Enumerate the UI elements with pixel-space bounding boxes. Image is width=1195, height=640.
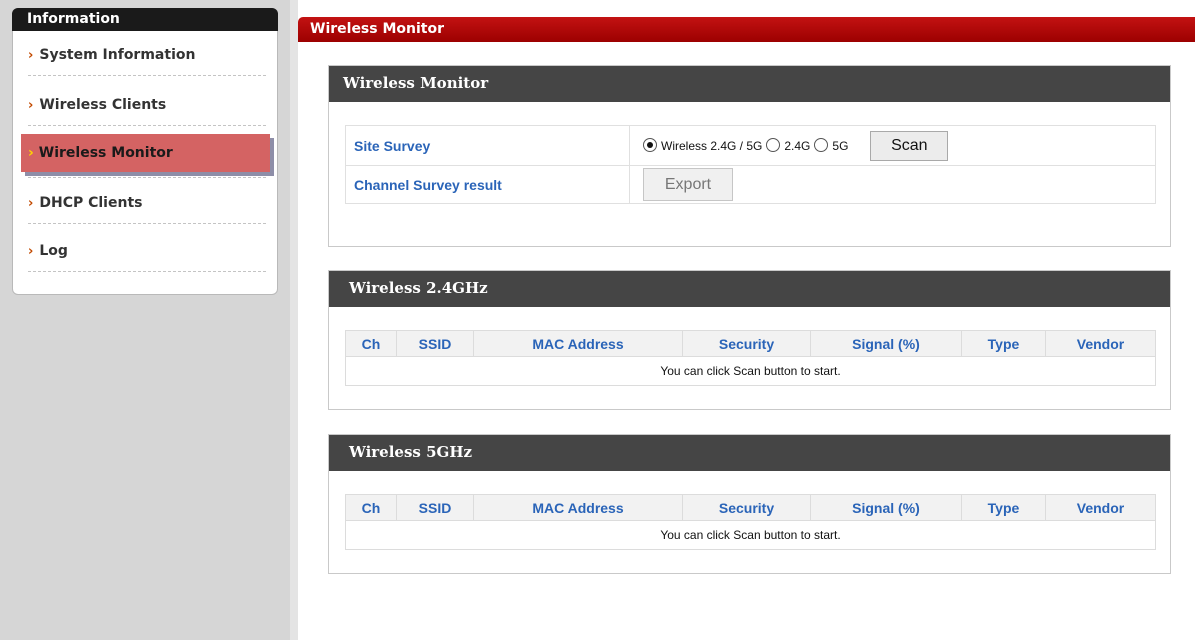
divider xyxy=(28,223,266,224)
column-header-signal: Signal (%) xyxy=(810,330,962,357)
radio-5g[interactable] xyxy=(814,137,829,152)
chevron-right-icon: › xyxy=(28,196,34,211)
sidebar-item-label: Wireless Monitor xyxy=(38,145,173,161)
column-header-security: Security xyxy=(682,494,811,521)
sidebar-item-wireless-monitor[interactable]: › Wireless Monitor xyxy=(21,134,270,172)
table-header-row: Ch SSID MAC Address Security Signal (%) … xyxy=(345,330,1156,357)
radio-wireless-both[interactable] xyxy=(643,137,657,152)
sidebar-header: Information xyxy=(12,8,278,31)
divider xyxy=(28,271,266,272)
empty-message: You can click Scan button to start. xyxy=(345,356,1156,386)
table-row: You can click Scan button to start. xyxy=(345,520,1156,550)
sidebar-item-label: Log xyxy=(39,243,68,259)
column-header-ssid: SSID xyxy=(396,494,474,521)
column-header-ch: Ch xyxy=(345,494,397,521)
sidebar-item-label: DHCP Clients xyxy=(39,195,143,211)
sidebar-item-label: Wireless Clients xyxy=(39,97,167,113)
export-button[interactable]: Export xyxy=(643,168,733,201)
column-header-type: Type xyxy=(961,330,1046,357)
radio-label: Wireless 2.4G / 5G xyxy=(661,138,763,153)
chevron-right-icon: › xyxy=(28,244,34,259)
divider xyxy=(28,177,266,178)
sidebar-gutter xyxy=(290,0,298,640)
panel-title: Wireless 5GHz xyxy=(329,435,1170,471)
radio-label: 2.4G xyxy=(784,138,811,153)
sidebar-item-dhcp-clients[interactable]: › DHCP Clients xyxy=(28,191,266,215)
column-header-mac-address: MAC Address xyxy=(473,494,683,521)
sidebar-item-log[interactable]: › Log xyxy=(28,239,266,263)
site-survey-controls: Wireless 2.4G / 5G 2.4G 5G Scan xyxy=(629,125,1156,166)
chevron-right-icon: › xyxy=(28,98,34,113)
column-header-type: Type xyxy=(961,494,1046,521)
wireless-24ghz-panel: Wireless 2.4GHz Ch SSID MAC Address Secu… xyxy=(328,270,1171,410)
column-header-security: Security xyxy=(682,330,811,357)
column-header-ch: Ch xyxy=(345,330,397,357)
site-survey-label: Site Survey xyxy=(345,125,630,166)
table-header-row: Ch SSID MAC Address Security Signal (%) … xyxy=(345,494,1156,521)
wireless-5ghz-table: Ch SSID MAC Address Security Signal (%) … xyxy=(345,494,1156,550)
wireless-24ghz-table: Ch SSID MAC Address Security Signal (%) … xyxy=(345,330,1156,386)
wireless-monitor-panel: Wireless Monitor Site Survey Wireless 2.… xyxy=(328,65,1171,247)
radio-2-4g[interactable] xyxy=(766,137,781,152)
divider xyxy=(28,75,266,76)
column-header-mac-address: MAC Address xyxy=(473,330,683,357)
sidebar-item-wireless-clients[interactable]: › Wireless Clients xyxy=(28,93,266,117)
column-header-ssid: SSID xyxy=(396,330,474,357)
wireless-5ghz-panel: Wireless 5GHz Ch SSID MAC Address Securi… xyxy=(328,434,1171,574)
sidebar-item-system-information[interactable]: › System Information xyxy=(28,43,266,67)
sidebar-item-label: System Information xyxy=(39,47,196,63)
chevron-right-icon: › xyxy=(28,145,34,161)
survey-table: Site Survey Wireless 2.4G / 5G 2.4G 5G Sca… xyxy=(345,125,1156,204)
channel-survey-label: Channel Survey result xyxy=(345,165,630,204)
divider xyxy=(28,125,266,126)
empty-message: You can click Scan button to start. xyxy=(345,520,1156,550)
column-header-vendor: Vendor xyxy=(1045,494,1156,521)
page-title: Wireless Monitor xyxy=(298,17,1195,42)
panel-title: Wireless 2.4GHz xyxy=(329,271,1170,307)
channel-survey-controls: Export xyxy=(629,165,1156,204)
table-row: You can click Scan button to start. xyxy=(345,356,1156,386)
chevron-right-icon: › xyxy=(28,48,34,63)
radio-label: 5G xyxy=(832,138,849,153)
scan-button[interactable]: Scan xyxy=(870,130,949,161)
column-header-signal: Signal (%) xyxy=(810,494,962,521)
panel-title: Wireless Monitor xyxy=(329,66,1170,102)
column-header-vendor: Vendor xyxy=(1045,330,1156,357)
